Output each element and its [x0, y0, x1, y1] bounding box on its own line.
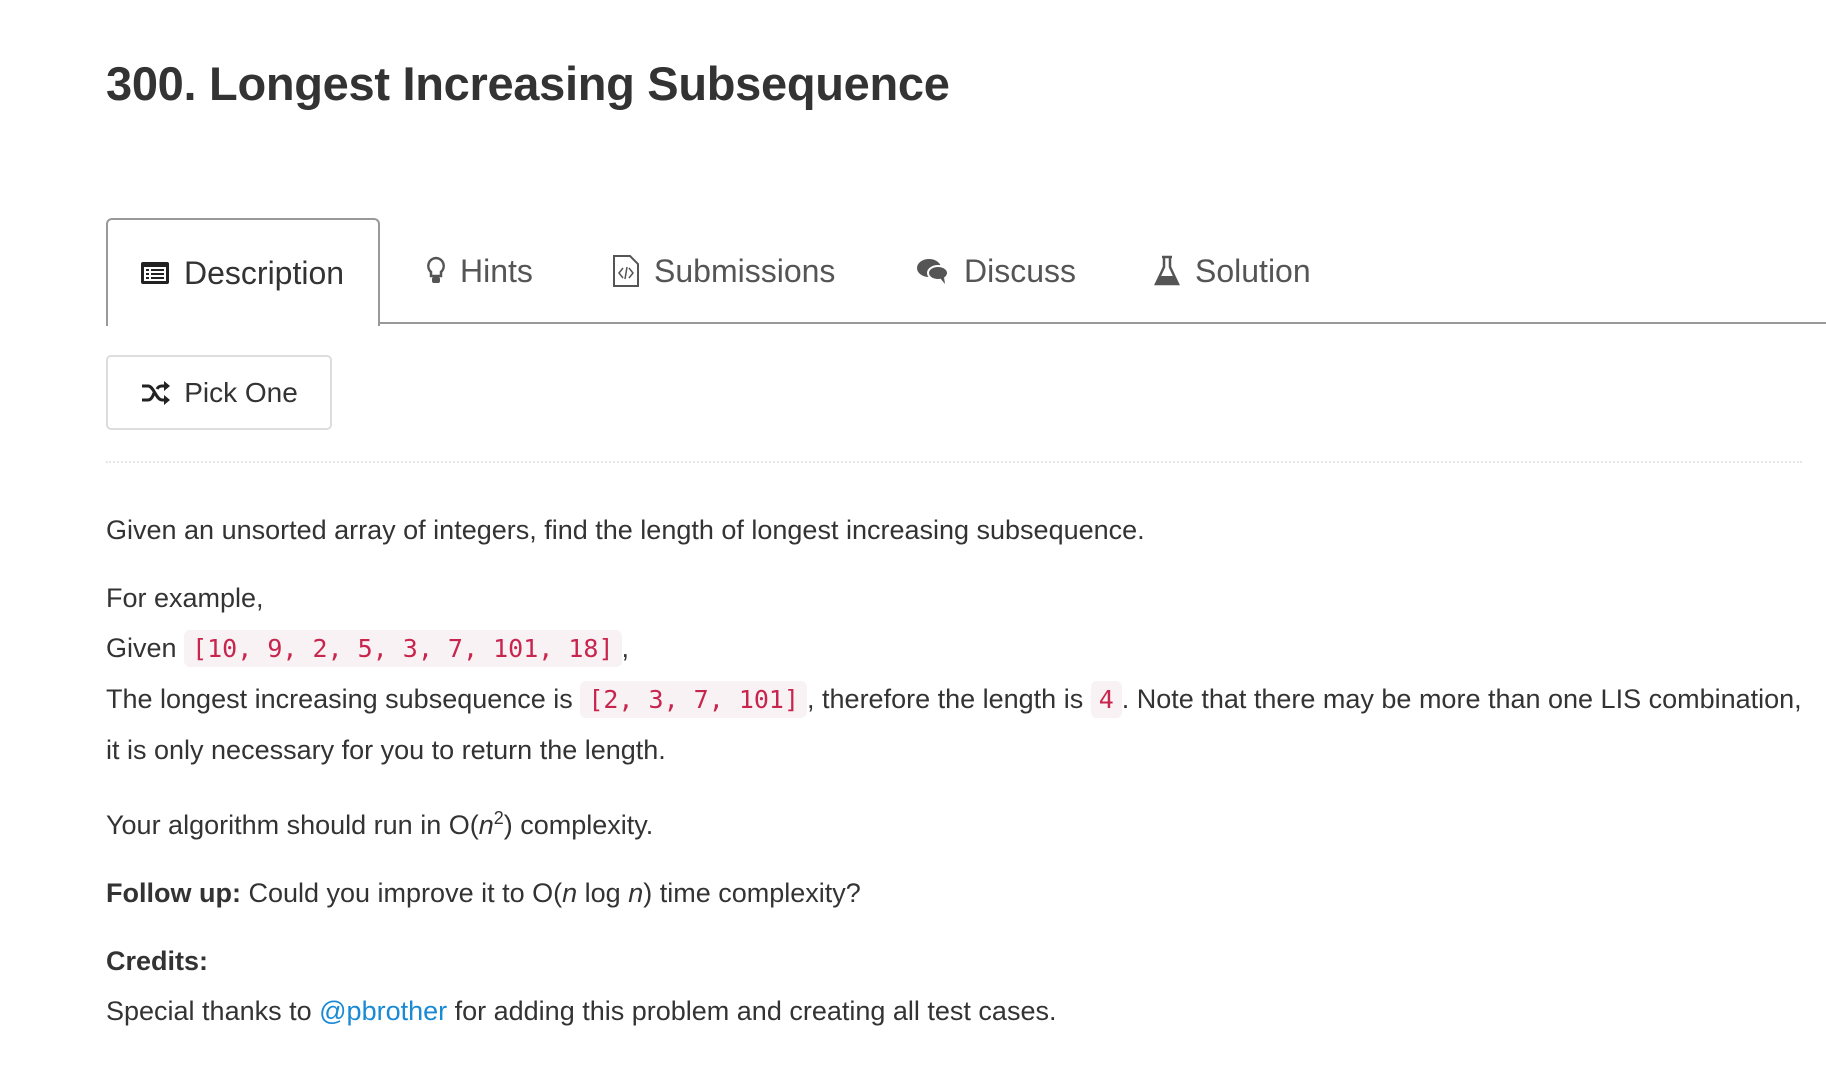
intro-text: Given an unsorted array of integers, fin… [106, 515, 1145, 545]
given-line: Given [10, 9, 2, 5, 3, 7, 101, 18], [106, 623, 1806, 674]
followup-n: n [628, 878, 644, 908]
pick-one-label: Pick One [184, 376, 298, 408]
complexity-suffix: ) complexity. [503, 810, 654, 840]
tab-hints[interactable]: Hints [426, 218, 533, 324]
followup-text: Could you improve it to O( [240, 878, 563, 908]
lis-line: The longest increasing subsequence is [2… [106, 674, 1806, 775]
tab-solution[interactable]: Solution [1153, 218, 1311, 324]
credits-label: Credits: [106, 936, 1806, 986]
lis-prefix: The longest increasing subsequence is [106, 684, 573, 714]
tab-label: Hints [460, 252, 533, 289]
tab-label: Discuss [964, 252, 1077, 289]
lis-length: 4 [1090, 681, 1122, 718]
credits-heading: Credits: [106, 946, 209, 976]
example-label: For example, [106, 583, 264, 613]
complexity-exp: 2 [493, 808, 504, 828]
lightbulb-icon [427, 256, 445, 283]
problem-description: Given an unsorted array of integers, fin… [106, 505, 1806, 1054]
credits-line: Special thanks to @pbrother for adding t… [106, 986, 1806, 1036]
divider [106, 461, 1802, 463]
tab-discuss[interactable]: Discuss [916, 218, 1076, 324]
given-prefix: Given [106, 633, 177, 663]
tab-label: Submissions [654, 252, 836, 289]
followup-label: Follow up: [106, 878, 241, 908]
tab-bar: Description Hints Submissions Discuss So… [106, 218, 1826, 326]
lis-value: [2, 3, 7, 101] [580, 681, 808, 718]
credits-prefix: Special thanks to [106, 996, 320, 1026]
tab-label: Description [184, 254, 345, 291]
followup-text: ) time complexity? [643, 878, 861, 908]
tab-submissions[interactable]: Submissions [612, 218, 835, 324]
followup-text: log [577, 878, 629, 908]
list-icon [141, 262, 169, 284]
complexity-line: Your algorithm should run in O(n2) compl… [106, 793, 1806, 850]
tab-description[interactable]: Description [106, 218, 381, 326]
given-array: [10, 9, 2, 5, 3, 7, 101, 18] [184, 630, 622, 667]
code-file-icon [613, 255, 639, 287]
tab-label: Solution [1195, 252, 1311, 289]
page-title: 300. Longest Increasing Subsequence [106, 57, 950, 110]
flask-icon [1154, 255, 1180, 286]
credits-user-link[interactable]: @pbrother [319, 996, 447, 1026]
lis-middle: , therefore the length is [807, 684, 1084, 714]
credits-suffix: for adding this problem and creating all… [447, 996, 1057, 1026]
complexity-var: n [478, 810, 494, 840]
followup-line: Follow up: Could you improve it to O(n l… [106, 868, 1806, 918]
pick-one-button[interactable]: Pick One [106, 355, 332, 430]
comments-icon [917, 259, 949, 284]
given-suffix: , [621, 633, 630, 663]
complexity-prefix: Your algorithm should run in O( [106, 810, 479, 840]
shuffle-icon [142, 380, 171, 405]
followup-n: n [562, 878, 578, 908]
